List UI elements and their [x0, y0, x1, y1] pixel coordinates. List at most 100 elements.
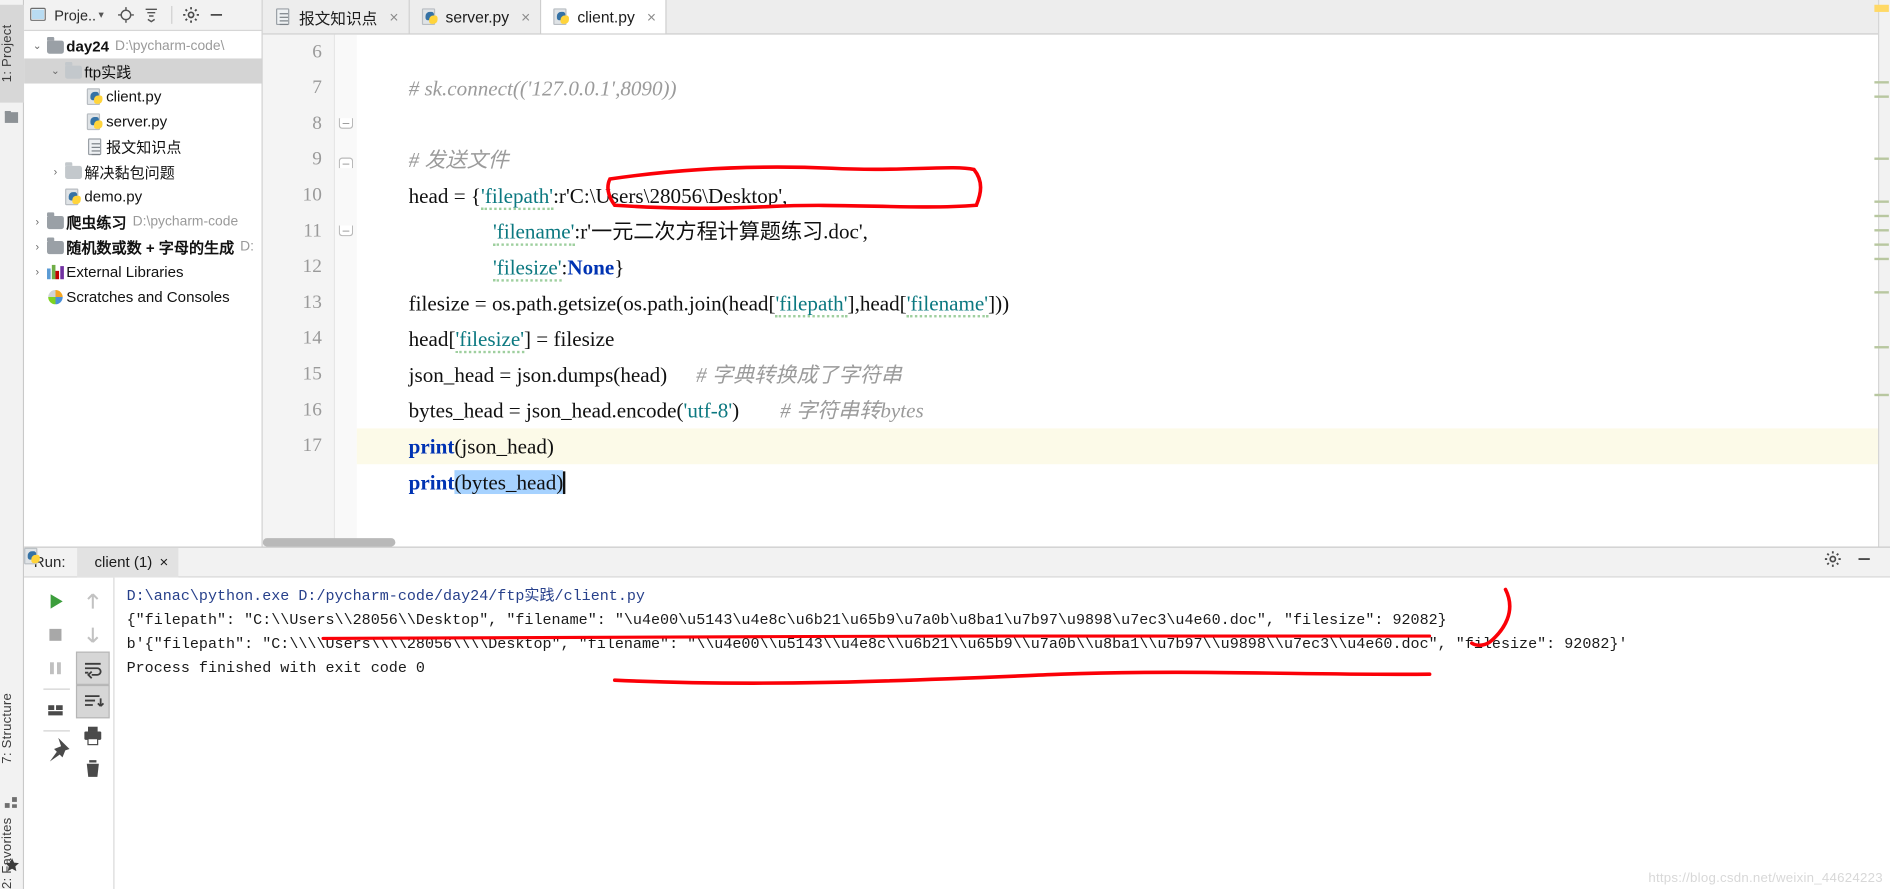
code-editor[interactable]: 6 7 8 9 10 11 12 13 14 15 16 17 – – – # …	[263, 35, 1890, 547]
chevron-expanded-icon[interactable]: ⌄	[47, 64, 64, 77]
chevron-collapsed-icon[interactable]: ›	[29, 266, 46, 278]
scratches-icon	[46, 287, 66, 306]
settings-gear-icon[interactable]	[182, 5, 201, 24]
inspection-marker[interactable]	[1874, 95, 1888, 97]
hide-panel-icon[interactable]	[1855, 550, 1873, 574]
tree-item-label: 解决黏包问题	[84, 160, 174, 183]
locate-icon[interactable]	[117, 5, 136, 24]
inspection-marker[interactable]	[1874, 81, 1888, 83]
close-icon[interactable]: ×	[389, 8, 398, 26]
chevron-expanded-icon[interactable]: ⌄	[29, 39, 46, 52]
tree-item-scratches-consoles[interactable]: Scratches and Consoles	[24, 284, 261, 309]
down-arrow-icon[interactable]	[76, 618, 110, 651]
editor-horizontal-scrollbar[interactable]	[263, 538, 396, 546]
stop-icon[interactable]	[39, 618, 73, 651]
folder-icon	[46, 237, 66, 256]
watermark: https://blog.csdn.net/weixin_44624223	[1648, 871, 1883, 885]
fold-marker-end[interactable]: –	[339, 226, 353, 237]
fold-marker-start[interactable]: –	[339, 118, 353, 129]
inspection-marker[interactable]	[1874, 243, 1888, 245]
run-toolbar	[39, 578, 114, 889]
inspection-marker[interactable]	[1874, 158, 1888, 160]
soft-wrap-icon[interactable]	[76, 652, 110, 685]
inspection-marker[interactable]	[1874, 200, 1888, 202]
inspection-marker[interactable]	[1874, 394, 1888, 396]
hide-panel-icon[interactable]	[208, 5, 227, 24]
editor-tab-server-py[interactable]: server.py ×	[409, 0, 541, 33]
line-number: 14	[303, 321, 322, 357]
line-number: 7	[312, 70, 322, 106]
chevron-collapsed-icon[interactable]: ›	[47, 165, 64, 177]
close-icon[interactable]: ×	[521, 8, 530, 26]
code-text: ]))	[988, 291, 1009, 315]
tree-item-label: 爬虫练习	[66, 210, 126, 233]
tree-item-message-notes[interactable]: 报文知识点	[24, 134, 261, 159]
run-tab-client[interactable]: client (1) ×	[78, 547, 178, 577]
tree-item-ftp-practice[interactable]: ⌄ ftp实践	[24, 58, 261, 83]
close-icon[interactable]: ×	[647, 8, 656, 26]
tree-item-demo-py[interactable]: demo.py	[24, 184, 261, 209]
line-number: 13	[303, 285, 322, 321]
project-window-icon	[29, 5, 48, 24]
trash-icon[interactable]	[76, 752, 110, 785]
inspection-marker[interactable]	[1874, 291, 1888, 293]
scroll-to-end-icon[interactable]	[76, 685, 110, 718]
tree-item-spider-practice[interactable]: › 爬虫练习 D:\pycharm-code	[24, 209, 261, 234]
tool-tab-favorites[interactable]: 2: Favorites	[0, 788, 24, 889]
inspection-marker[interactable]	[1874, 5, 1888, 12]
tree-item-client-py[interactable]: client.py	[24, 84, 261, 109]
chevron-down-icon[interactable]: ▾	[98, 8, 103, 21]
code-string: 'filename'	[907, 291, 988, 317]
inspection-marker[interactable]	[1874, 346, 1888, 348]
inspection-marker[interactable]	[1874, 229, 1888, 231]
tool-tab-project[interactable]: 1: Project	[0, 5, 24, 103]
up-arrow-icon[interactable]	[76, 585, 110, 618]
tree-item-path: D:	[240, 239, 254, 253]
folder-icon	[46, 36, 66, 55]
tree-item-sticky-packet[interactable]: › 解决黏包问题	[24, 159, 261, 184]
tool-tab-structure[interactable]: 7: Structure	[0, 668, 24, 787]
settings-gear-icon[interactable]	[1824, 550, 1842, 574]
code-comment: # 字符串转bytes	[780, 399, 924, 423]
console-line-command[interactable]: D:\anac\python.exe D:/pycharm-code/day24…	[127, 585, 1890, 609]
line-number: 15	[303, 357, 322, 393]
editor-code-area[interactable]: # sk.connect(('127.0.0.1',8090)) # 发送文件 …	[357, 35, 1890, 547]
editor-tab-message-notes[interactable]: 报文知识点 ×	[263, 0, 410, 33]
python-file-icon	[64, 187, 84, 206]
collapse-all-icon[interactable]	[143, 5, 162, 24]
run-panel-header: Run: client (1) ×	[24, 547, 1890, 578]
run-tab-label: client (1)	[95, 554, 153, 571]
toolbar-divider	[43, 730, 70, 731]
editor-gutter[interactable]: 6 7 8 9 10 11 12 13 14 15 16 17	[263, 35, 335, 547]
project-panel-header: Proje.. ▾	[24, 0, 261, 31]
tree-item-server-py[interactable]: server.py	[24, 109, 261, 134]
tree-item-external-libraries[interactable]: › External Libraries	[24, 259, 261, 284]
fold-marker-region[interactable]: –	[339, 158, 353, 169]
editor-tab-bar: 报文知识点 × server.py × client.py ×	[263, 0, 1890, 35]
print-icon[interactable]	[76, 718, 110, 751]
run-tool-window: Run: client (1) × D:\anac\python.exe D:/…	[24, 547, 1890, 889]
inspection-marker[interactable]	[1874, 215, 1888, 217]
tree-item-label: day24	[66, 38, 109, 55]
pin-icon[interactable]	[39, 735, 73, 768]
editor-fold-column[interactable]: – – –	[335, 35, 357, 547]
close-icon[interactable]: ×	[160, 554, 169, 571]
editor-right-strip	[1878, 0, 1890, 547]
editor-tab-client-py[interactable]: client.py ×	[541, 0, 667, 33]
layout-icon[interactable]	[39, 693, 73, 726]
tree-item-random-generator[interactable]: › 随机数或数 + 字母的生成 D:	[24, 234, 261, 259]
console-output[interactable]: D:\anac\python.exe D:/pycharm-code/day24…	[113, 578, 1890, 889]
pycharm-window: 1: Project 7: Structure 2: Favorites Pro…	[0, 0, 1890, 889]
tree-item-day24[interactable]: ⌄ day24 D:\pycharm-code\	[24, 33, 261, 58]
run-icon[interactable]	[39, 585, 73, 618]
code-keyword: print	[409, 470, 455, 494]
chevron-collapsed-icon[interactable]: ›	[29, 215, 46, 227]
folder-icon	[64, 162, 84, 181]
line-number: 6	[312, 35, 322, 71]
inspection-marker[interactable]	[1874, 258, 1888, 260]
project-tree: ⌄ day24 D:\pycharm-code\ ⌄ ftp实践 client.…	[24, 31, 261, 309]
pause-icon[interactable]	[39, 652, 73, 685]
tree-item-label: 报文知识点	[106, 135, 181, 158]
text-file-icon	[274, 8, 292, 26]
chevron-collapsed-icon[interactable]: ›	[29, 240, 46, 252]
